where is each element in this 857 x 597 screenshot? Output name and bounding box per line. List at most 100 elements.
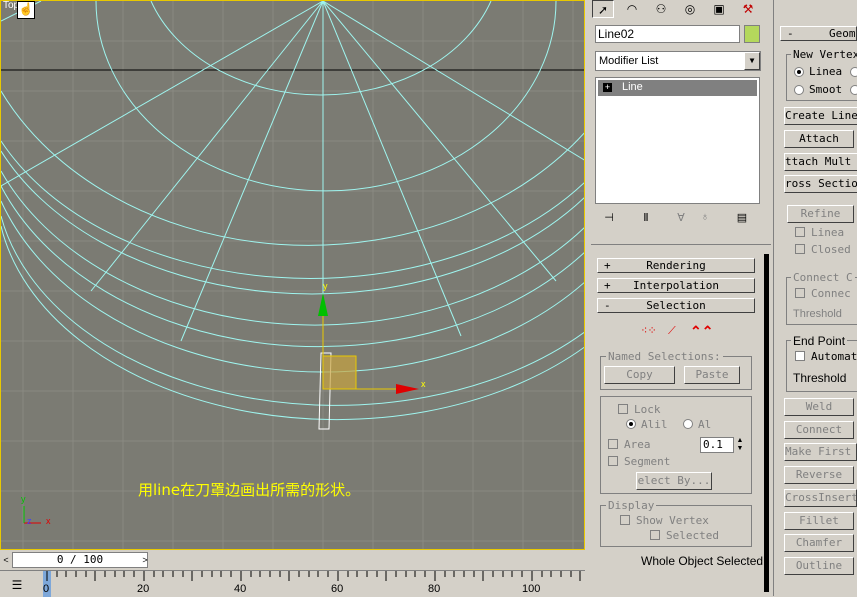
- selected-label: Selected: [666, 529, 719, 542]
- linear-checkbox-label: Linea: [811, 226, 845, 239]
- connect-checkbox[interactable]: [795, 288, 805, 298]
- wireframe-object: [1, 1, 584, 421]
- gizmo-x-label: x: [421, 379, 426, 389]
- viewport-canvas: [1, 1, 584, 549]
- smooth-alt-radio[interactable]: [850, 85, 857, 95]
- utilities-icon[interactable]: ⚒: [737, 0, 759, 18]
- axis-x-label: x: [46, 516, 51, 526]
- rollout-title: Geom: [829, 27, 856, 40]
- all-radio[interactable]: [626, 419, 636, 429]
- cross-section-button[interactable]: ross Sectio: [784, 175, 857, 193]
- all-label: Alil: [641, 418, 668, 431]
- copy-button[interactable]: Copy: [604, 366, 675, 384]
- interpolation-rollout[interactable]: + Interpolation: [597, 278, 755, 293]
- modify-icon[interactable]: ◠: [621, 0, 643, 18]
- object-color-swatch[interactable]: [744, 25, 760, 43]
- selection-rollout[interactable]: - Selection: [597, 298, 755, 313]
- tick-label: 60: [331, 583, 344, 595]
- pin-stack-icon[interactable]: ⊣: [600, 211, 618, 227]
- rendering-rollout[interactable]: + Rendering: [597, 258, 755, 273]
- fillet-button[interactable]: Fillet: [784, 512, 854, 530]
- al-label: Al: [698, 418, 712, 431]
- threshold-label-2: Threshold: [793, 371, 847, 385]
- linear-radio[interactable]: [794, 67, 804, 77]
- remove-modifier-icon[interactable]: ♁: [696, 211, 714, 227]
- show-vertex-checkbox[interactable]: [620, 515, 630, 525]
- create-line-button[interactable]: Create Line: [784, 107, 857, 125]
- vertex-level-icon[interactable]: ⁖⁘: [641, 326, 659, 338]
- command-panel-tabs: ➚ ◠ ⚇ ◎ ▣ ⚒: [587, 0, 773, 18]
- time-slider[interactable]: 0 / 100: [12, 552, 148, 568]
- tick-label: 20: [137, 583, 150, 595]
- modifier-list-label: Modifier List: [599, 55, 659, 67]
- lock-checkbox[interactable]: [618, 404, 628, 414]
- rollout-title: Interpolation: [632, 279, 720, 292]
- object-name-input[interactable]: Line02: [595, 25, 740, 43]
- top-viewport[interactable]: Top ☝ y x y x z 用line在刀罩边画出所需的形状。: [0, 0, 585, 550]
- make-unique-icon[interactable]: ∀: [672, 211, 690, 227]
- spinner-icon[interactable]: ▲ ▼: [734, 437, 746, 453]
- attach-mult-button[interactable]: ttach Mult: [784, 153, 857, 171]
- rollout-scrollbar[interactable]: [764, 254, 769, 592]
- chevron-down-icon[interactable]: ▼: [744, 52, 760, 70]
- automatic-label: Automat: [811, 350, 857, 363]
- tick-label: 40: [234, 583, 247, 595]
- new-vertex-label: New Vertex: [791, 48, 857, 61]
- rollout-title: Selection: [646, 299, 706, 312]
- end-point-label: End Point: [791, 334, 848, 348]
- expand-icon: +: [604, 279, 611, 292]
- time-next-arrow[interactable]: >: [140, 552, 150, 568]
- attach-button[interactable]: Attach: [784, 130, 854, 148]
- grid-lines: [1, 1, 584, 549]
- area-checkbox[interactable]: [608, 439, 618, 449]
- motion-icon[interactable]: ◎: [679, 0, 701, 18]
- smooth-label: Smoot: [809, 83, 843, 96]
- selected-checkbox[interactable]: [650, 530, 660, 540]
- connect-button[interactable]: Connect: [784, 421, 854, 439]
- smooth-radio[interactable]: [794, 85, 804, 95]
- connect-copy-label: Connect C: [791, 271, 855, 284]
- segment-label: Segment: [624, 455, 671, 468]
- stack-item-label: Line: [622, 81, 643, 93]
- linear-checkbox[interactable]: [795, 227, 805, 237]
- reverse-button[interactable]: Reverse: [784, 466, 854, 484]
- modifier-list-dropdown[interactable]: Modifier List ▼: [595, 51, 761, 71]
- connect-label: Connec: [811, 287, 851, 300]
- al-radio[interactable]: [683, 419, 693, 429]
- modifier-stack[interactable]: + Line: [595, 77, 760, 204]
- track-ruler[interactable]: [0, 570, 585, 597]
- gizmo-y-label: y: [323, 281, 328, 291]
- gizmo-x-arrow: [396, 384, 419, 394]
- spline-level-icon[interactable]: ⌃⌃: [690, 324, 713, 338]
- tutorial-caption: 用line在刀罩边画出所需的形状。: [138, 481, 361, 499]
- closed-checkbox[interactable]: [795, 244, 805, 254]
- paste-button[interactable]: Paste: [684, 366, 740, 384]
- segment-level-icon[interactable]: ⟋: [668, 326, 686, 338]
- ruler-ticks: [43, 571, 581, 597]
- expand-icon[interactable]: +: [603, 83, 612, 92]
- axis-z-label: z: [27, 516, 32, 526]
- track-bar-icon[interactable]: ☰: [8, 576, 26, 594]
- select-by-button[interactable]: elect By...: [636, 472, 712, 490]
- automatic-checkbox[interactable]: [795, 351, 805, 361]
- chamfer-button[interactable]: Chamfer: [784, 534, 854, 552]
- linear-alt-radio[interactable]: [850, 67, 857, 77]
- hierarchy-icon[interactable]: ⚇: [650, 0, 672, 18]
- area-threshold-input[interactable]: 0.1: [700, 437, 734, 453]
- weld-button[interactable]: Weld: [784, 398, 854, 416]
- cross-insert-button[interactable]: CrossInsert: [784, 489, 857, 507]
- make-first-button[interactable]: Make First: [784, 443, 857, 461]
- outline-button[interactable]: Outline: [784, 557, 854, 575]
- show-end-result-icon[interactable]: Ⅱ: [637, 211, 655, 227]
- segment-checkbox[interactable]: [608, 456, 618, 466]
- gizmo-plane: [322, 355, 357, 390]
- configure-sets-icon[interactable]: ▤: [733, 211, 751, 227]
- threshold-label: Threshold: [793, 308, 842, 320]
- refine-button[interactable]: Refine: [787, 205, 854, 223]
- stack-item-line[interactable]: + Line: [598, 80, 757, 96]
- display-icon[interactable]: ▣: [708, 0, 730, 18]
- time-prev-arrow[interactable]: <: [1, 552, 11, 568]
- hand-cursor-icon: ☝: [17, 1, 35, 19]
- geometry-rollout[interactable]: - Geom: [780, 26, 857, 41]
- create-icon[interactable]: ➚: [592, 0, 614, 18]
